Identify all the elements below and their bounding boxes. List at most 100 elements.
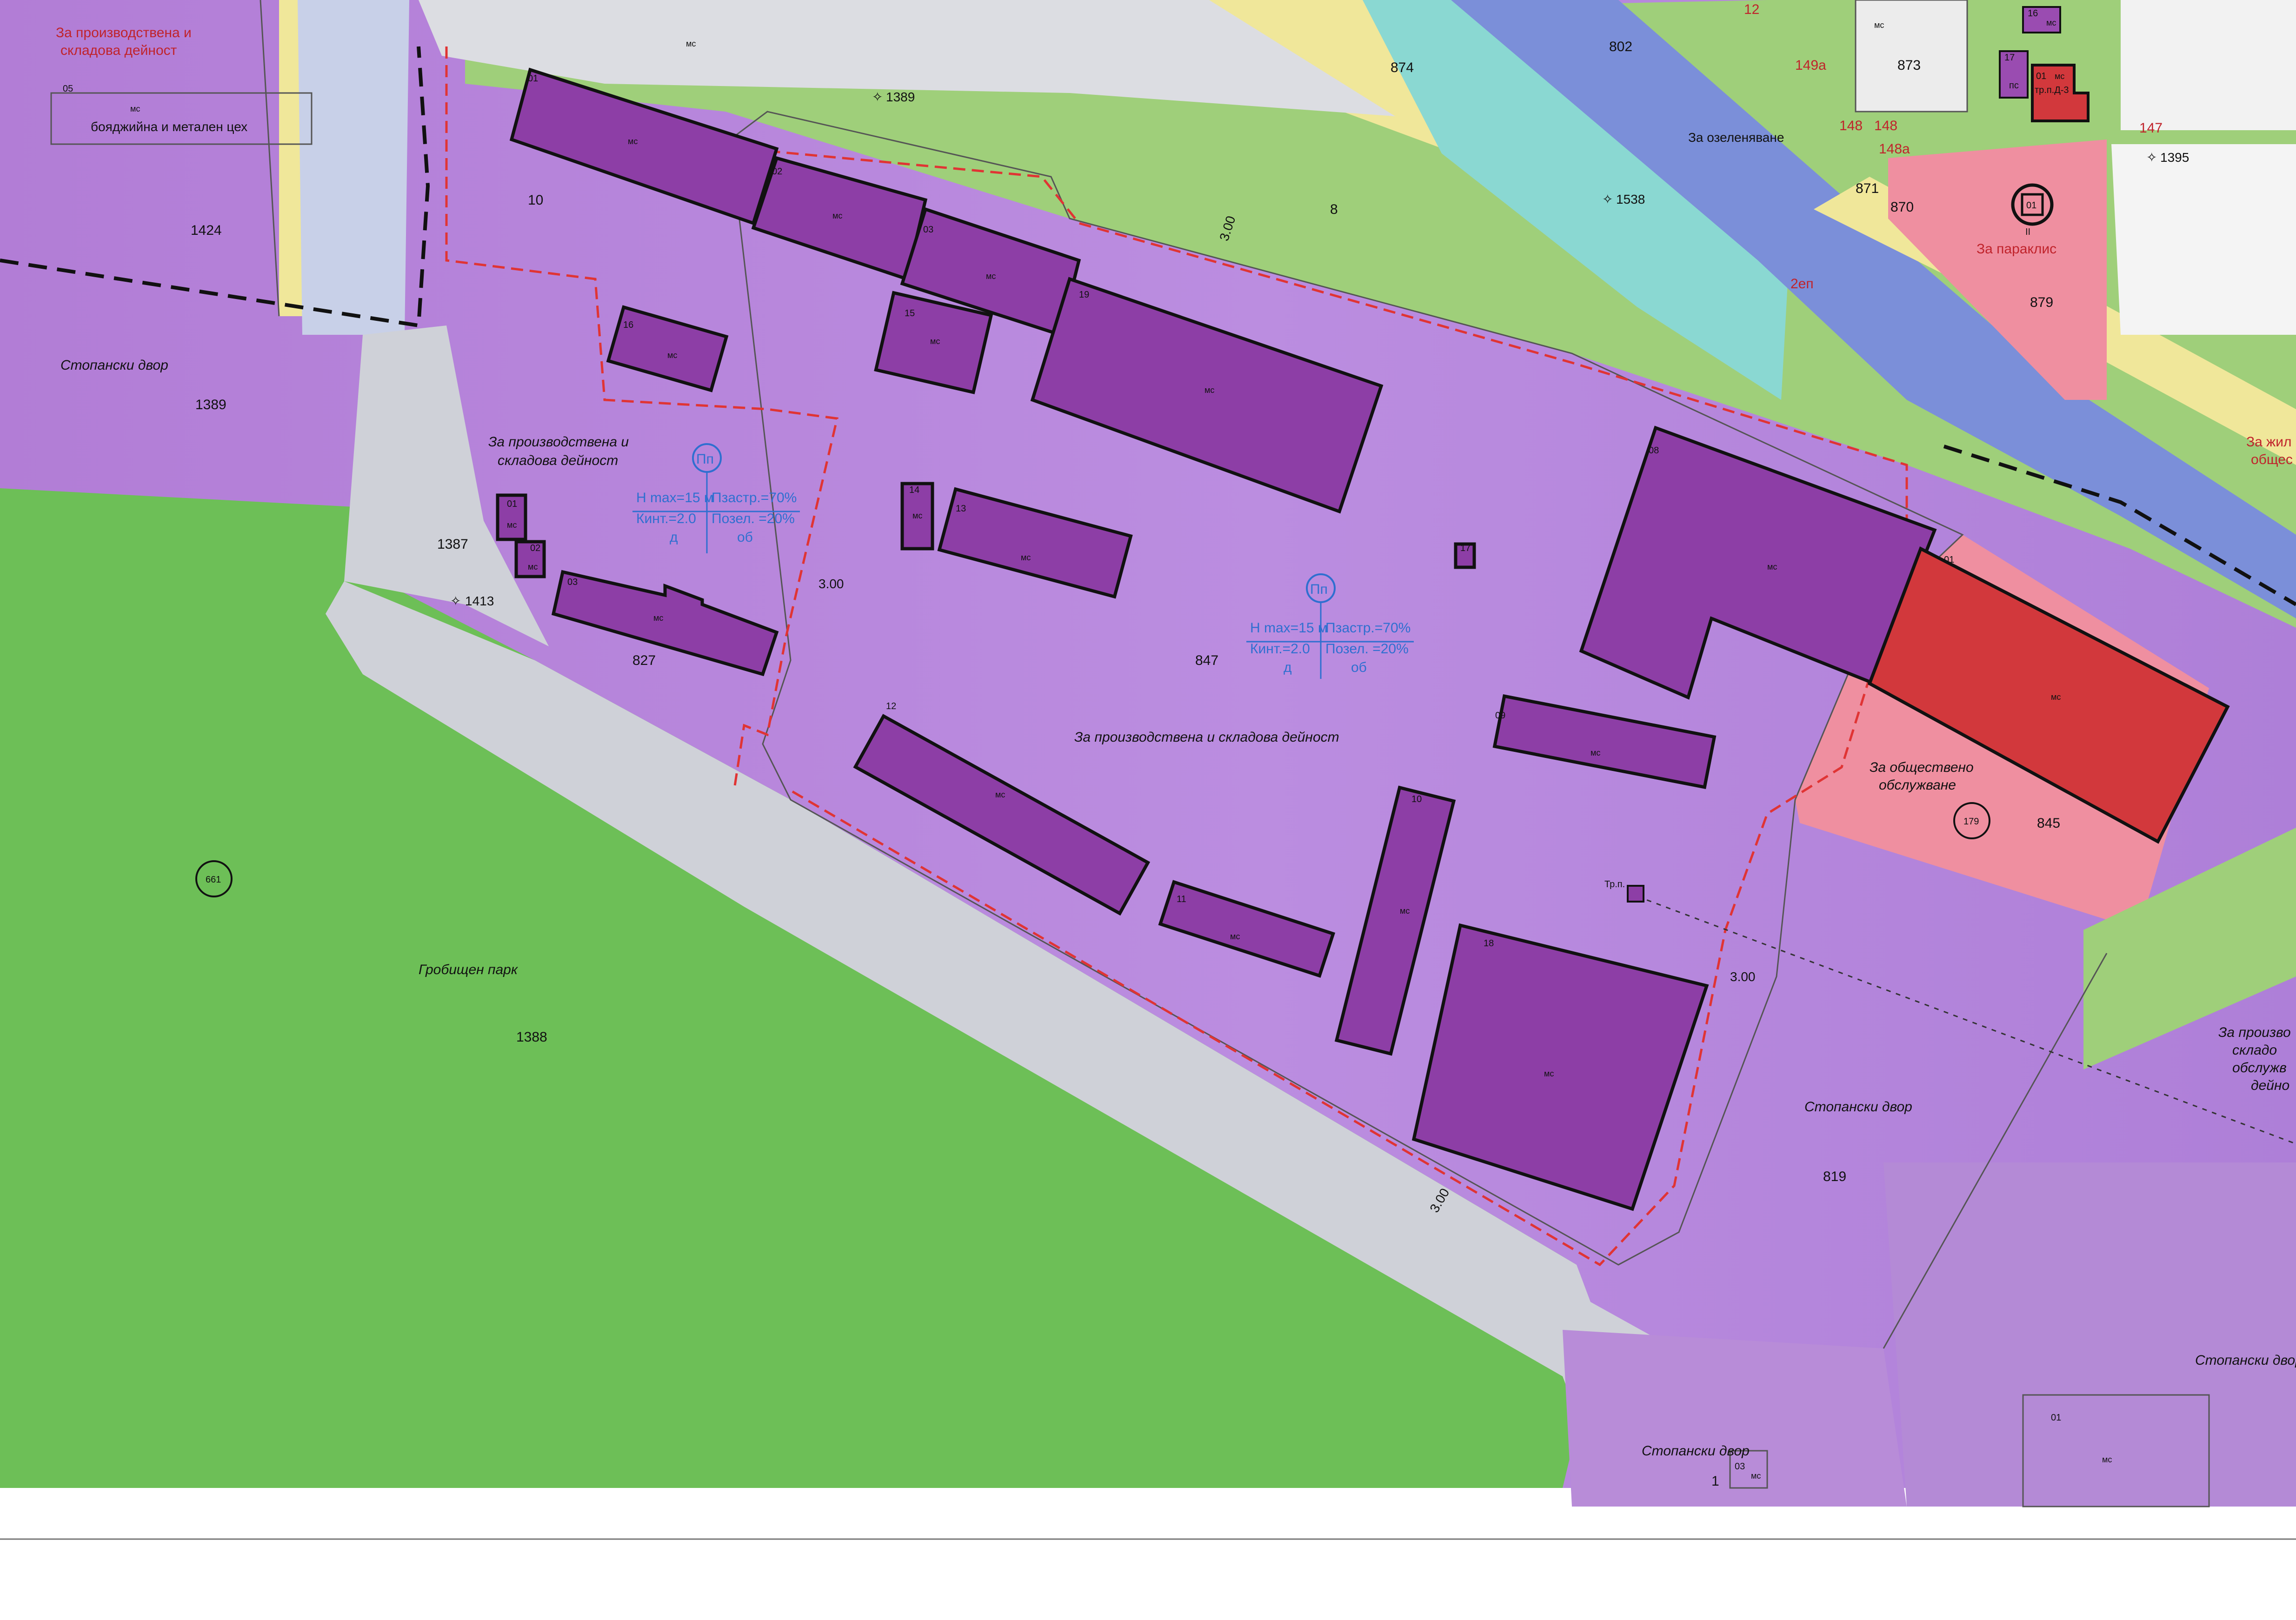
label-b03w: 03: [567, 577, 578, 587]
label-b17: 17: [1460, 543, 1471, 553]
label-b08: 08: [1649, 445, 1659, 456]
farm-yard-south-lot: [1563, 1330, 1907, 1507]
ms-b14: мс: [912, 511, 922, 520]
zone-farm-yard-4: Стопански двор: [1642, 1443, 1750, 1459]
zone-chapel: За параклис: [1977, 241, 2056, 257]
geo-point-1538: 1538: [1616, 192, 1645, 206]
plot-1: 1: [1711, 1474, 1719, 1489]
road-strip-west: [298, 0, 409, 335]
label-b17b: 17: [2004, 53, 2015, 63]
plot-819: 819: [1823, 1169, 1846, 1184]
lot-879-white: [2111, 144, 2296, 335]
label-b02w: 02: [530, 543, 540, 553]
zone-farm-yard-1: Стопански двор: [60, 358, 168, 373]
street-148: 148: [1839, 118, 1863, 133]
ms-b03w: мс: [653, 613, 663, 623]
circle-179-label: 179: [1963, 817, 1979, 827]
ms-top-north: мс: [686, 39, 696, 48]
zone-east-4: дейно: [2251, 1078, 2289, 1093]
label-b09: 09: [1495, 710, 1505, 721]
rule-a-ob: об: [737, 530, 753, 545]
label-b01chapel: 01: [2036, 71, 2046, 81]
top-right-white-lot: [2121, 0, 2296, 130]
label-b16b: 16: [2028, 8, 2038, 19]
rule-a-code: Пп: [696, 451, 714, 467]
ms-b02w: мс: [528, 562, 538, 571]
label-b16a: 16: [623, 320, 633, 330]
label-ps: пс: [2009, 80, 2019, 91]
plot-871: 871: [1856, 181, 1879, 196]
label-b01red: 01: [1944, 555, 1954, 565]
shop-label: бояджийна и метален цех: [91, 120, 247, 134]
label-trp: тр.п.Д-3: [2035, 85, 2069, 95]
ms-shop: мс: [130, 104, 140, 113]
plot-870: 870: [1890, 199, 1914, 215]
label-b18: 18: [1484, 938, 1494, 949]
zone-public-1: За обществено: [1870, 760, 1974, 775]
rule-b-d: д: [1284, 660, 1292, 675]
label-b19: 19: [1079, 290, 1089, 300]
label-b01se: 01: [2051, 1413, 2061, 1423]
zone-prod-west-1: За производствена и: [488, 434, 629, 450]
rule-b-density: Пзастр.=70%: [1325, 620, 1411, 636]
zone-prod-main: За производствена и складова дейност: [1074, 730, 1339, 745]
zone-farm-yard-3: Стопански двор: [2195, 1353, 2296, 1368]
plot-802: 802: [1609, 39, 1632, 54]
ms-b12: мс: [995, 790, 1005, 799]
label-b03a: 03: [923, 225, 933, 235]
street-148a: 148а: [1879, 141, 1910, 157]
plot-1424: 1424: [191, 223, 222, 238]
label-b03bot: 03: [1735, 1461, 1745, 1472]
ms-b03bot: мс: [1751, 1471, 1761, 1481]
ms-b01w: мс: [507, 520, 517, 530]
label-b01w: 01: [507, 499, 517, 509]
rule-b-kint: Кинт.=2.0: [1250, 641, 1310, 657]
label-b15: 15: [905, 308, 915, 319]
rule-b-code: Пп: [1310, 582, 1328, 597]
rule-b-ob: об: [1351, 660, 1367, 675]
label-b12: 12: [886, 701, 896, 711]
geo-point-1413: 1413: [465, 594, 494, 608]
label-b10: 10: [1411, 794, 1422, 804]
plot-8: 8: [1330, 202, 1338, 217]
rule-a-density: Пзастр.=70%: [712, 490, 797, 505]
plot-1388: 1388: [516, 1029, 547, 1045]
street-147: 147: [2139, 120, 2163, 136]
ms-b02a: мс: [832, 211, 842, 220]
label-b05: 05: [63, 84, 73, 94]
label-chapel-ii: II: [2025, 227, 2030, 237]
transformer-icon: [1627, 885, 1644, 903]
ms-b08: мс: [1767, 562, 1777, 571]
zone-east-2: складо: [2232, 1042, 2277, 1058]
zone-east-3: обслужв: [2232, 1060, 2287, 1076]
label-b02a: 02: [772, 166, 782, 177]
label-b11: 11: [1177, 894, 1186, 904]
plot-1389: 1389: [195, 397, 226, 412]
ms-b01a: мс: [628, 137, 638, 146]
ms-b09: мс: [1591, 748, 1600, 757]
rule-a-green: Позел. =20%: [712, 511, 795, 526]
zone-farm-yard-2: Стопански двор: [1804, 1099, 1912, 1115]
geo-point-icon-2: ✧: [450, 594, 461, 608]
ms-b19: мс: [1205, 385, 1214, 395]
zone-greening: За озеленяване: [1688, 130, 1784, 145]
ms-b18: мс: [1544, 1069, 1554, 1078]
ms-b16b: мс: [2046, 18, 2056, 27]
zone-residential-2: общес: [2251, 452, 2293, 467]
zone-prod-top-left-1: За производствена и: [56, 25, 192, 40]
ms-b873: мс: [1874, 20, 1884, 30]
ms-b01red: мс: [2051, 692, 2061, 702]
ms-b10: мс: [1400, 906, 1410, 916]
street-12: 12: [1744, 2, 1759, 17]
zone-public-2: обслужване: [1879, 777, 1956, 793]
circle-661-label: 661: [206, 875, 221, 885]
rule-a-hmax: Н max=15 м: [636, 490, 714, 505]
label-b01a: 01: [528, 73, 538, 84]
geo-point-icon-1: ✧: [872, 90, 883, 104]
plot-874: 874: [1391, 60, 1414, 75]
ms-chapel: мс: [2055, 72, 2064, 81]
plot-845: 845: [2037, 816, 2060, 831]
rule-b-hmax: Н max=15 м: [1250, 620, 1328, 636]
ms-b01se: мс: [2102, 1455, 2112, 1464]
rule-b-green: Позел. =20%: [1325, 641, 1409, 657]
